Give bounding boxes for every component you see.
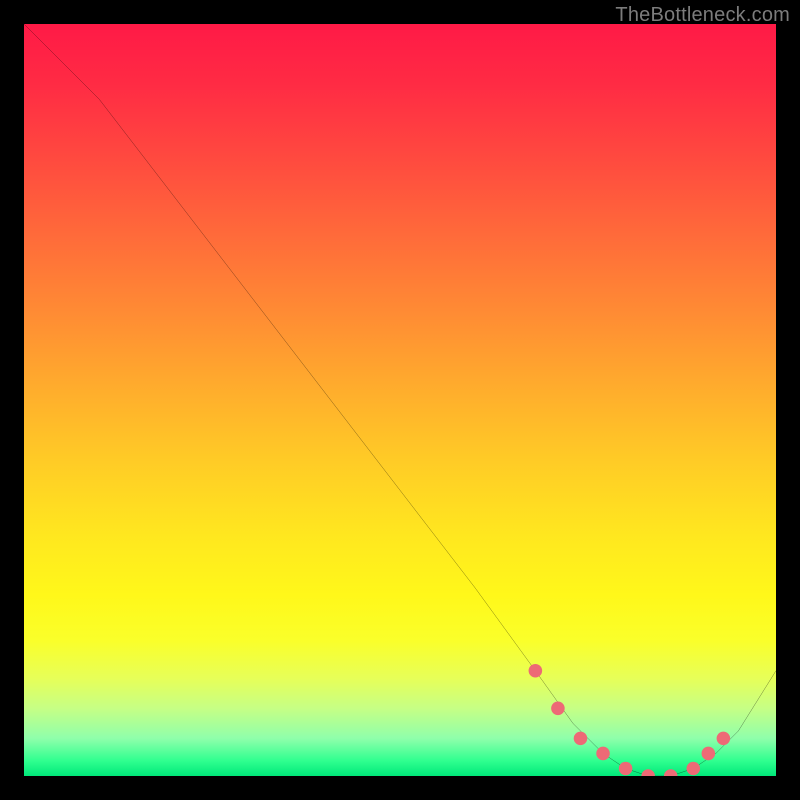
marker-dot (529, 664, 543, 678)
marker-dot (702, 747, 716, 761)
marker-dot (574, 732, 588, 746)
curve-path (24, 24, 776, 776)
marker-dot (687, 762, 701, 776)
marker-dot (664, 769, 678, 776)
plot-area (24, 24, 776, 776)
marker-dot (619, 762, 633, 776)
trough-markers (529, 664, 731, 776)
marker-dot (717, 732, 731, 746)
marker-dot (641, 769, 655, 776)
marker-dot (596, 747, 610, 761)
marker-dot (551, 702, 565, 716)
curve-layer (24, 24, 776, 776)
watermark-text: TheBottleneck.com (615, 4, 790, 27)
chart-frame: TheBottleneck.com (0, 0, 800, 800)
bottleneck-curve (24, 24, 776, 776)
